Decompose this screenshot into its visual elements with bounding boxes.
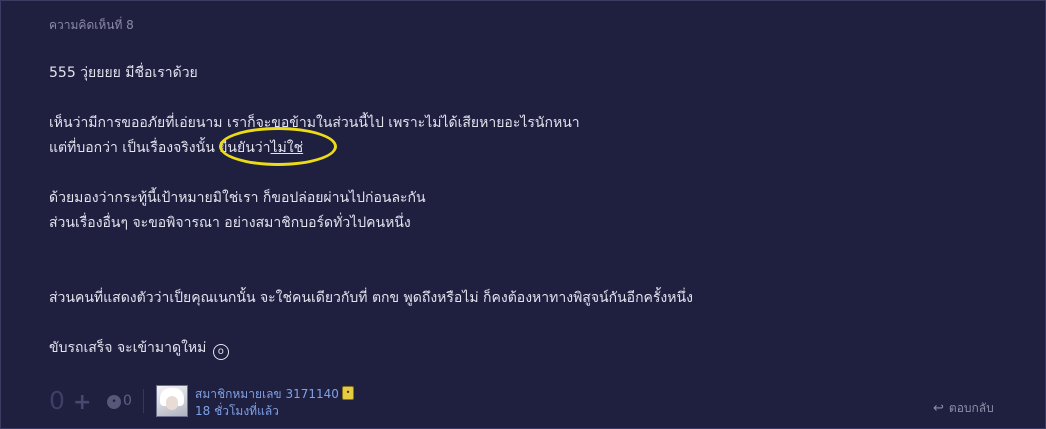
comment-number-label: ความคิดเห็นที่ 8 (49, 18, 134, 32)
comment-line-3-text: แต่ที่บอกว่า เป็นเรื่องจริงนั้น ยืนยันว่… (49, 140, 271, 156)
avatar[interactable] (156, 385, 188, 417)
comment-line-4: ด้วยมองว่ากระทู้นี้เป้าหมายมิใช่เรา ก็ขอ… (49, 190, 426, 206)
comment-box: ความคิดเห็นที่ 8 555 วุ่ยยยย มีชื่อเราด้… (0, 0, 1046, 429)
comment-line-7: ขับรถเสร็จ จะเข้ามาดูใหม่ o (49, 337, 229, 360)
avatar-face (166, 396, 178, 410)
comment-line-5: ส่วนเรื่องอื่นๆ จะขอพิจารณา อย่างสมาชิกบ… (49, 215, 411, 231)
timestamp: 18 ชั่วโมงที่แล้ว (195, 404, 279, 418)
reply-arrow-icon: ↩ (933, 401, 944, 416)
member-badge-icon: • (342, 386, 354, 400)
footer-divider (143, 389, 144, 413)
comment-line-7-text: ขับรถเสร็จ จะเข้ามาดูใหม่ (49, 340, 207, 356)
comment-line-2: เห็นว่ามีการขออภัยที่เอ่ยนาม เราก็จะขอข้… (49, 115, 580, 131)
reply-label: ตอบกลับ (948, 401, 994, 415)
reply-button[interactable]: ↩ ตอบกลับ (933, 399, 994, 418)
vote-count: 0 (49, 386, 65, 415)
comment-line-1: 555 วุ่ยยยย มีชื่อเราด้วย (49, 65, 198, 81)
emotion-count: 0 (123, 393, 132, 409)
comment-line-3: แต่ที่บอกว่า เป็นเรื่องจริงนั้น ยืนยันว่… (49, 137, 303, 159)
comment-line-6: ส่วนคนที่แสดงตัวว่าเป็ยคุณเนกนั้น จะใช่ค… (49, 290, 693, 306)
underlined-text: ไม่ใช่ (270, 140, 304, 156)
emotion-icon[interactable]: • (107, 395, 121, 409)
surprised-emoji-icon: o (212, 344, 229, 360)
plus-vote-icon[interactable]: + (73, 390, 91, 415)
